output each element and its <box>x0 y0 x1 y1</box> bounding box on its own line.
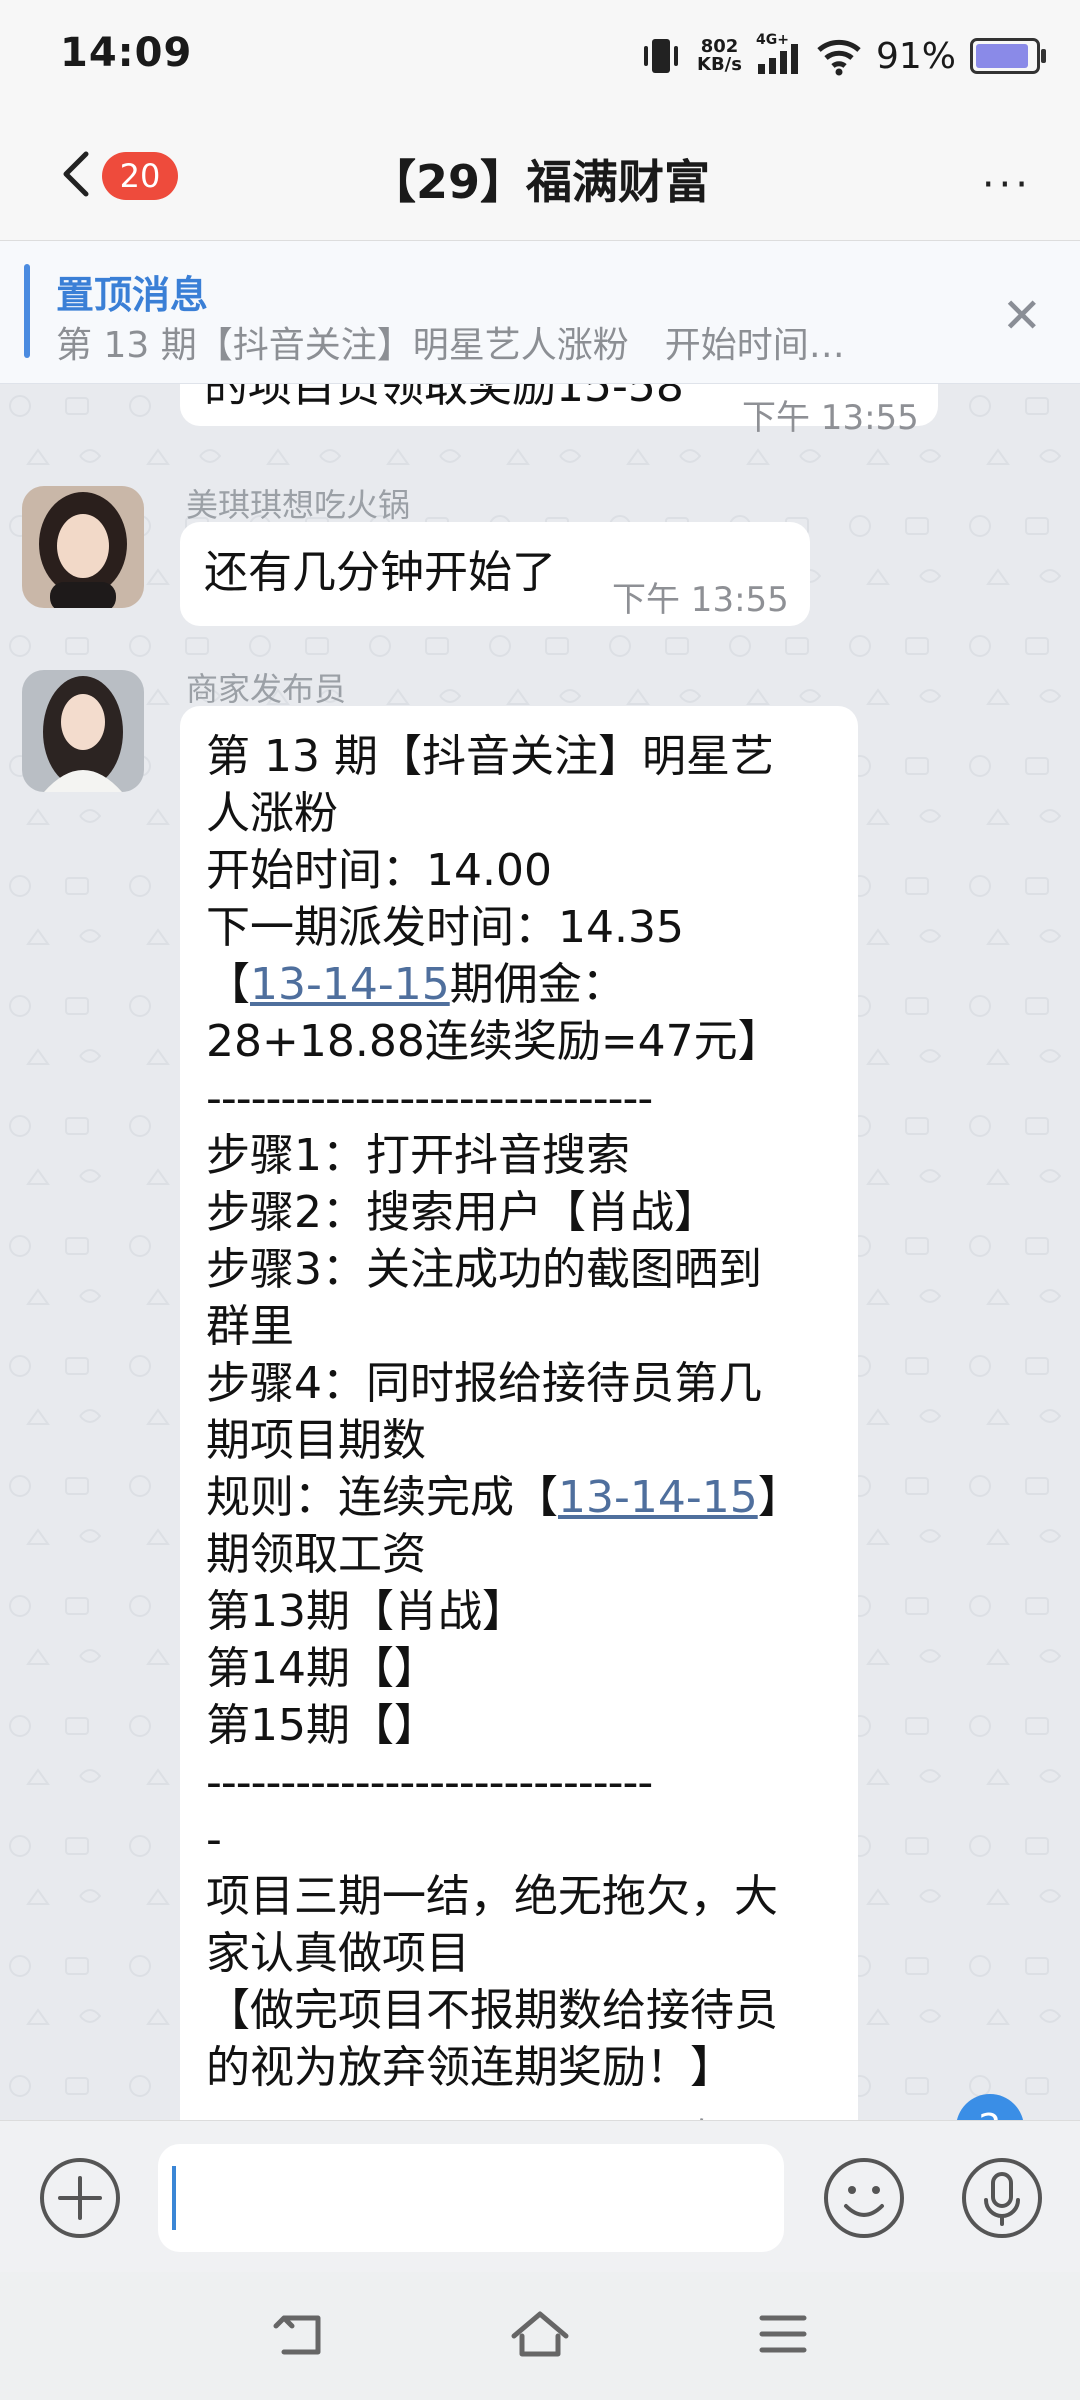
period-link-2[interactable]: 13-14-15 <box>558 1472 758 1523</box>
wifi-icon <box>817 39 861 76</box>
period-link-1[interactable]: 13-14-15 <box>250 959 450 1010</box>
microphone-icon[interactable] <box>960 2156 1044 2240</box>
close-pinned-button[interactable]: ✕ <box>1002 288 1042 344</box>
home-nav-icon[interactable] <box>510 2306 570 2362</box>
back-nav-icon[interactable] <box>270 2310 326 2360</box>
message-time-partial: 下午 13:55 <box>742 398 919 438</box>
text-caret <box>172 2166 176 2230</box>
status-time: 14:09 <box>60 30 193 76</box>
message-text-2: 第 13 期【抖音关注】明星艺 人涨粉 开始时间：14.00 下一期派发时间：1… <box>206 728 846 2096</box>
vibrate-icon <box>644 39 679 73</box>
pinned-text: 第 13 期【抖音关注】明星艺人涨粉 开始时间… <box>56 325 845 366</box>
chat-area[interactable]: 的项目员领取奖励15-58 下午 13:55 美琪琪想吃火锅 还有几分钟开始了 … <box>0 384 1080 2120</box>
message-text-1: 还有几分钟开始了 <box>204 547 556 598</box>
commission-line: 【13-14-15期佣金： <box>206 959 626 1010</box>
message-text-partial: 的项目员领取奖励15-58 <box>204 384 684 412</box>
net-speed: 802 KB/s <box>697 36 742 75</box>
sender-name-1: 美琪琪想吃火锅 <box>186 486 411 524</box>
message-input[interactable] <box>158 2144 784 2252</box>
message-time-1: 下午 13:55 <box>612 580 789 620</box>
add-attachment-icon[interactable] <box>38 2156 122 2240</box>
signal-icon: 4G+ <box>756 32 802 76</box>
more-options-button[interactable]: ··· <box>982 162 1032 208</box>
sender-name-2: 商家发布员 <box>186 670 347 708</box>
chat-title[interactable]: 【29】福满财富 <box>0 146 1080 212</box>
avatar-sender-1[interactable] <box>22 486 144 608</box>
battery-percent: 91% <box>875 35 956 77</box>
battery-icon <box>970 38 1046 74</box>
pinned-accent <box>24 264 30 358</box>
menu-nav-icon[interactable] <box>758 2312 808 2356</box>
message-time-2: 下午 13:56 <box>658 2108 835 2120</box>
emoji-icon[interactable] <box>822 2156 906 2240</box>
status-icons: 802 KB/s 4G+ 91% <box>639 32 1046 78</box>
avatar-sender-2[interactable] <box>22 670 144 792</box>
rule-line: 规则：连续完成【13-14-15】 <box>206 1472 802 1523</box>
pinned-label: 置顶消息 <box>56 273 209 317</box>
